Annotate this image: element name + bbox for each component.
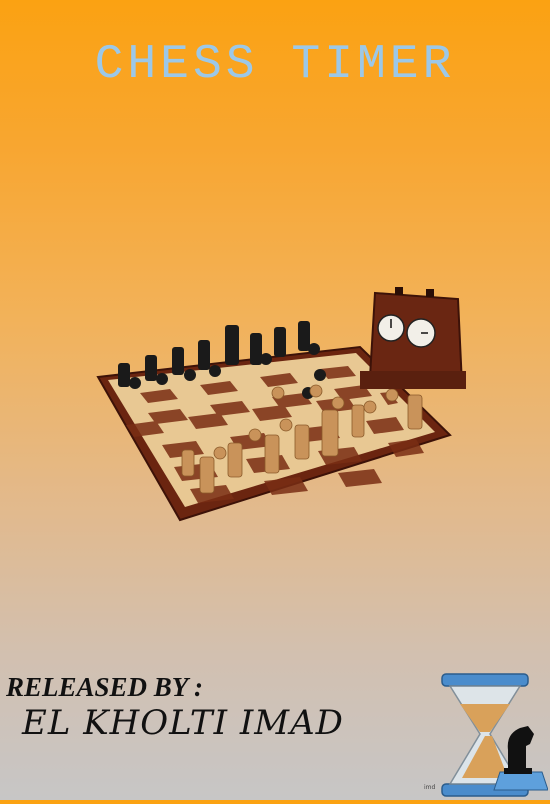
chess-clock-icon bbox=[360, 287, 466, 389]
author-name: EL KHOLTI IMAD bbox=[22, 703, 344, 743]
app-title: CHESS TIMER bbox=[94, 38, 456, 92]
logo-signature: imd bbox=[424, 784, 436, 791]
chessboard-illustration bbox=[96, 287, 466, 522]
chessboard-with-clock-icon bbox=[90, 285, 470, 530]
hourglass-knight-graphic bbox=[441, 673, 549, 797]
hourglass-knight-icon bbox=[430, 672, 549, 800]
released-by-label: RELEASED BY : bbox=[6, 672, 204, 702]
